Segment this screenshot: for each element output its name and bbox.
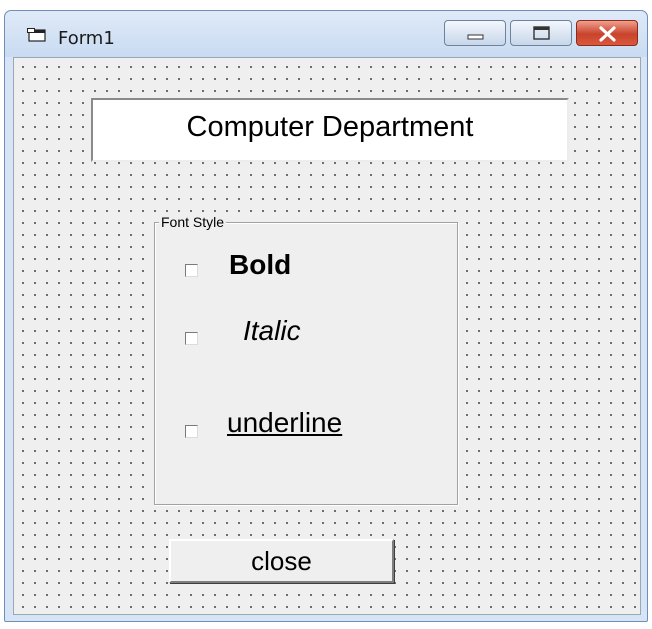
minimize-button[interactable]	[444, 20, 506, 46]
italic-checkbox-label[interactable]: Italic	[243, 315, 301, 347]
bold-checkbox-label[interactable]: Bold	[229, 249, 291, 281]
font-style-frame: Font Style Bold Italic underline	[154, 213, 458, 505]
frame-caption: Font Style	[159, 213, 227, 231]
department-label: Computer Department	[91, 98, 569, 162]
underline-checkbox-label[interactable]: underline	[227, 407, 342, 439]
bold-checkbox[interactable]	[185, 264, 198, 277]
form-window-icon	[27, 28, 47, 42]
italic-checkbox[interactable]	[185, 332, 198, 345]
department-label-text: Computer Department	[186, 110, 474, 143]
window-title: Form1	[58, 28, 115, 49]
form-client-area: Computer Department Font Style Bold Ital…	[13, 57, 641, 615]
close-button[interactable]: close	[169, 539, 394, 583]
maximize-button[interactable]	[510, 20, 572, 46]
title-bar[interactable]: Form1	[5, 11, 647, 57]
maximize-icon	[533, 26, 550, 40]
window-close-button[interactable]	[576, 20, 638, 46]
underline-checkbox[interactable]	[185, 425, 198, 438]
minimize-icon	[467, 34, 484, 40]
close-icon	[599, 26, 616, 42]
form-window: Form1 Computer Department Font Style Bol…	[4, 10, 648, 622]
